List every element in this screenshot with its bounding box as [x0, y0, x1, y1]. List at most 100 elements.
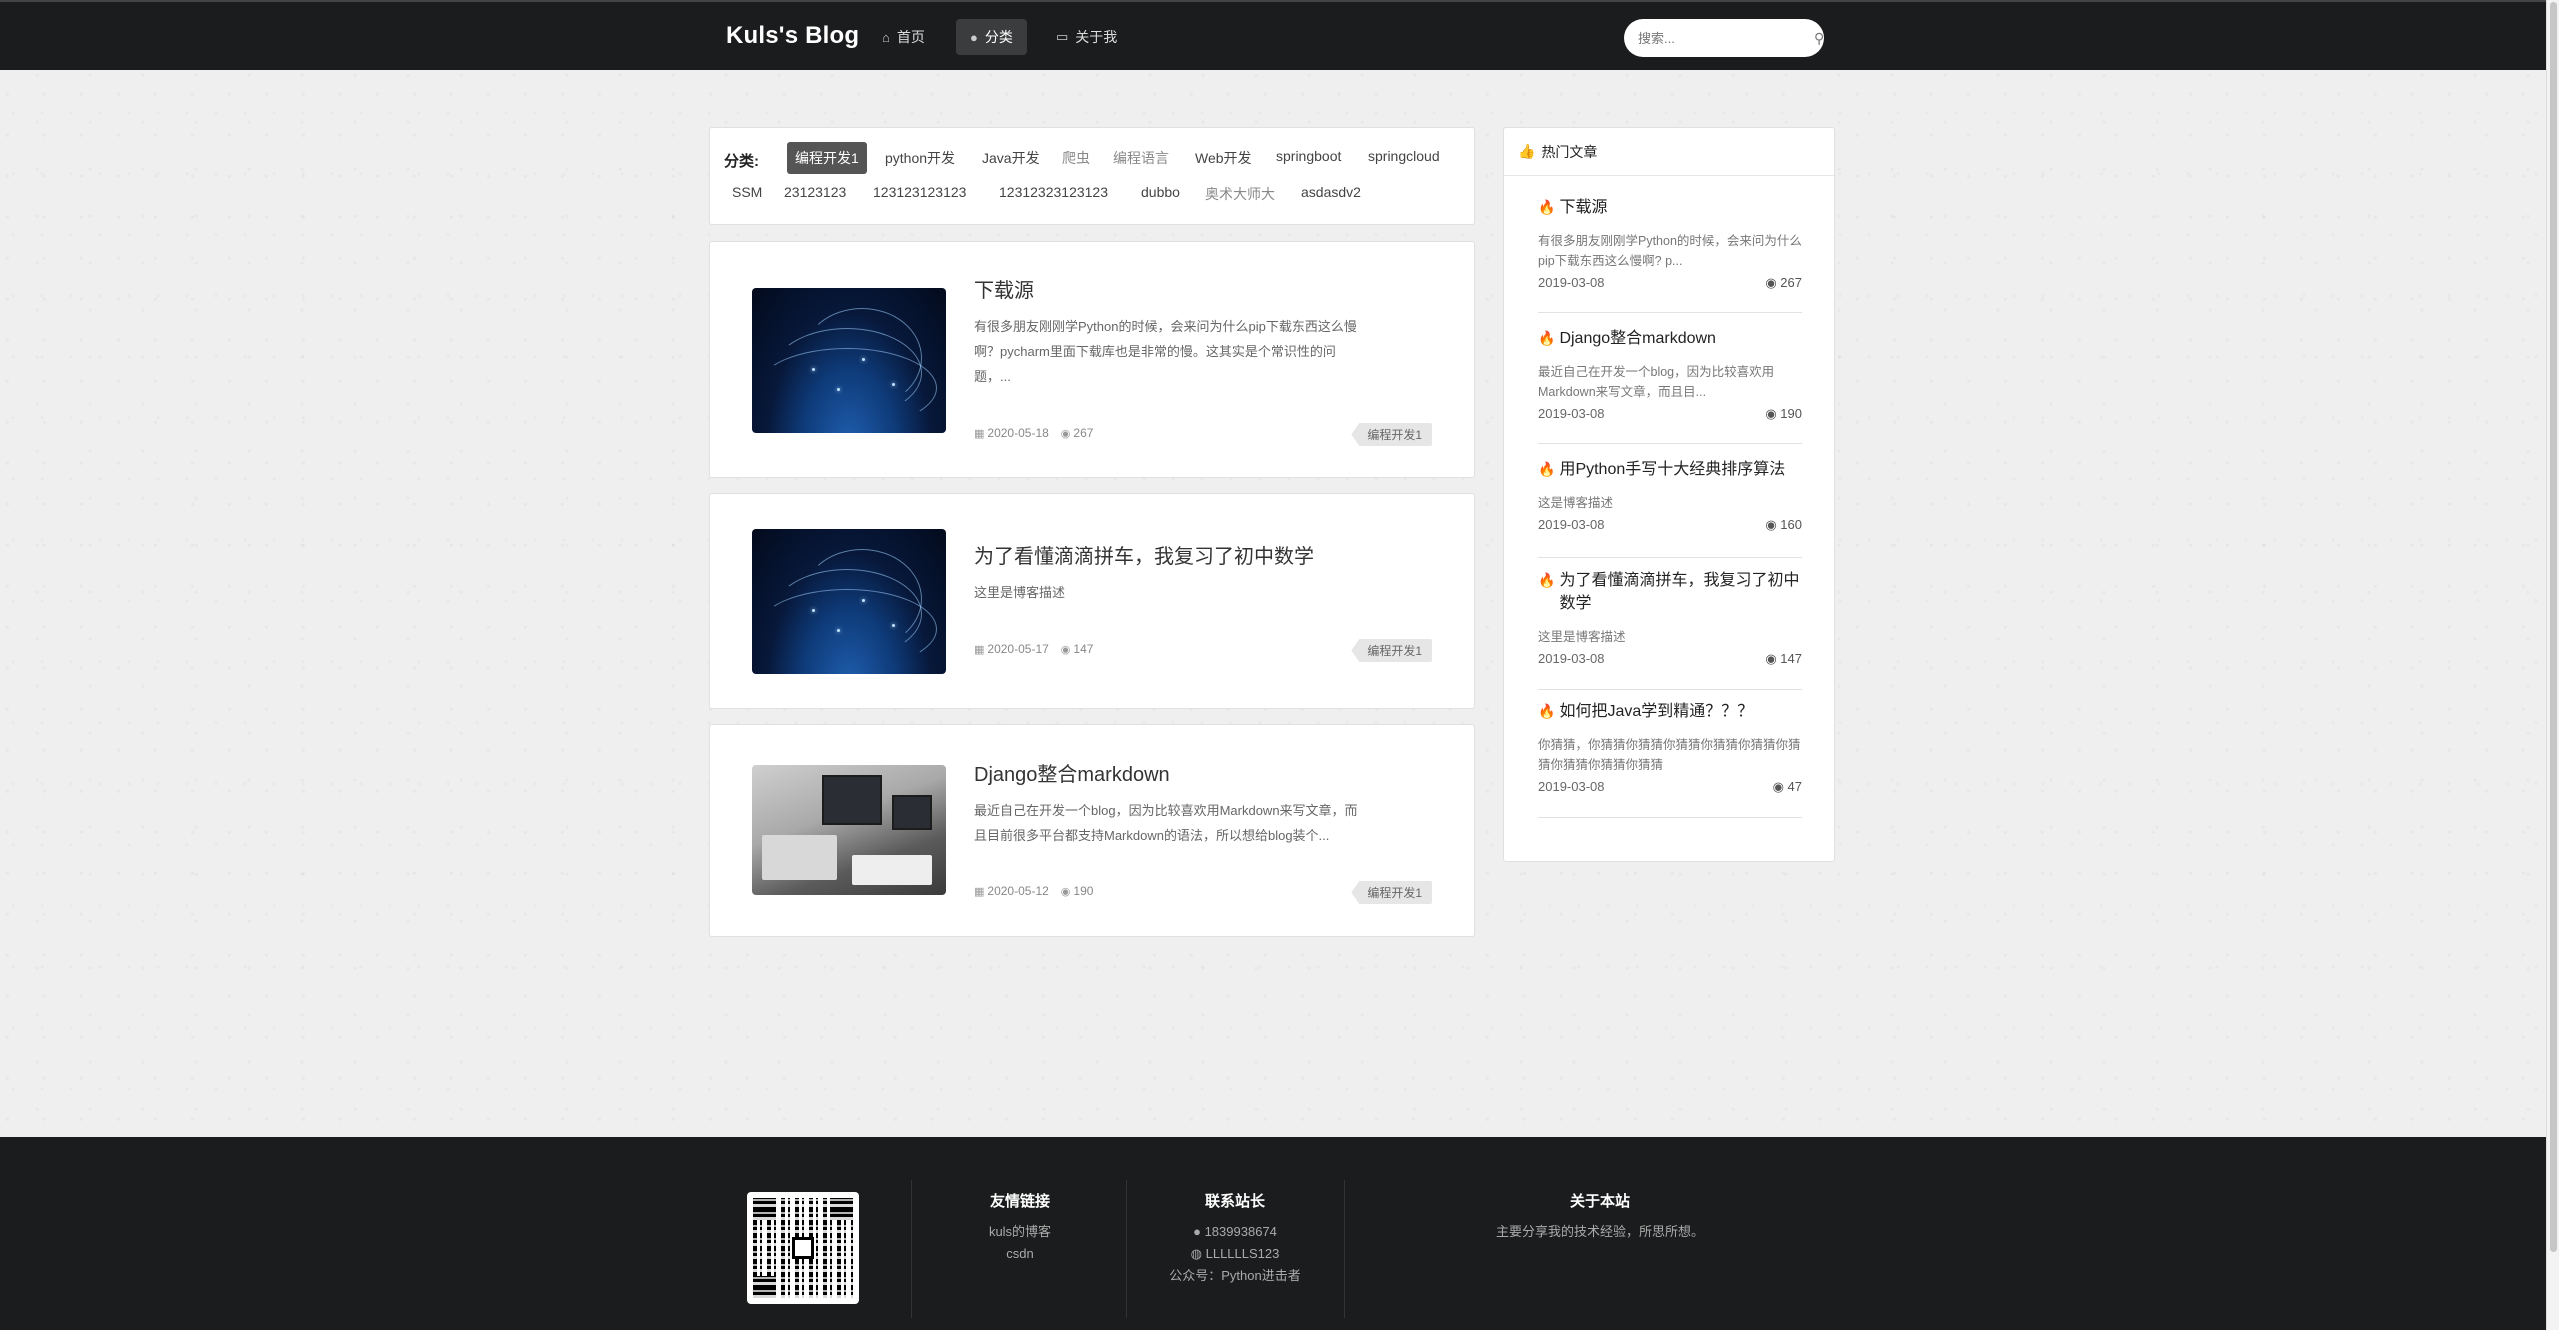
hot-article-views: ◉ 147 [1765, 651, 1802, 666]
category-tag[interactable]: Java开发 [974, 142, 1048, 174]
hot-articles-title: 热门文章 [1541, 143, 1598, 160]
calendar-icon: ▦ [974, 644, 985, 656]
category-tag[interactable]: Web开发 [1187, 142, 1260, 174]
category-tag[interactable]: 23123123 [776, 178, 854, 206]
site-logo[interactable]: Kuls's Blog [726, 22, 859, 50]
search-input[interactable] [1638, 30, 1814, 46]
hot-article-item[interactable]: 🔥 Django整合markdown 最近自己在开发一个blog，因为比较喜欢用M… [1538, 327, 1802, 444]
hot-article-title[interactable]: 下载源 [1559, 196, 1607, 219]
category-tag[interactable]: springboot [1268, 142, 1349, 170]
footer-contact: 联系站长 ● 1839938674 ◍ LLLLLLS123 公众号：Pytho… [1140, 1191, 1330, 1287]
eye-icon: ◉ [1772, 779, 1788, 794]
eye-icon: ◉ [1765, 406, 1781, 421]
hot-article-date: 2019-03-08 [1538, 517, 1605, 532]
category-tag[interactable]: 编程语言 [1105, 142, 1177, 174]
hot-article-item[interactable]: 🔥 下载源 有很多朋友刚刚学Python的时候，会来问为什么pip下载东西这么慢啊… [1538, 196, 1802, 313]
eye-icon: ◉ [1060, 886, 1071, 898]
fire-icon: 🔥 [1538, 572, 1556, 588]
nav-category-label: 分类 [984, 29, 1013, 45]
thumbs-up-icon: 👍 [1518, 143, 1536, 159]
qq-icon: ● [1193, 1224, 1201, 1239]
article-title[interactable]: 下载源 [974, 274, 1034, 303]
article-card[interactable]: 为了看懂滴滴拼车，我复习了初中数学 这里是博客描述 ▦ 2020-05-17 ◉ 1… [709, 493, 1475, 709]
footer-about-text: 主要分享我的技术经验，所思所想。 [1495, 1224, 1704, 1239]
article-title[interactable]: Django整合markdown [974, 758, 1170, 787]
article-card[interactable]: 下载源 有很多朋友刚刚学Python的时候，会来问为什么pip下载东西这么慢 啊… [709, 241, 1475, 478]
hot-article-views: ◉ 47 [1772, 779, 1802, 794]
category-tag[interactable]: dubbo [1133, 178, 1188, 206]
hot-article-date: 2019-03-08 [1538, 406, 1605, 421]
hot-article-date: 2019-03-08 [1538, 651, 1605, 666]
hot-article-title[interactable]: 如何把Java学到精通？？？ [1559, 700, 1753, 723]
fire-icon: 🔥 [1538, 461, 1556, 477]
nav-home[interactable]: ⌂ 首页 [868, 19, 939, 55]
lightbulb-icon: ● [970, 29, 978, 45]
article-meta: ▦ 2020-05-17 ◉ 147 [974, 642, 1093, 656]
article-date: ▦ 2020-05-18 [974, 426, 1049, 440]
nav-about-label: 关于我 [1075, 29, 1118, 45]
hot-articles-panel: 👍 热门文章 🔥 下载源 有很多朋友刚刚学Python的时候，会来问为什么pip下… [1503, 127, 1835, 862]
article-thumbnail[interactable] [752, 529, 946, 674]
hot-article-desc: 有很多朋友刚刚学Python的时候，会来问为什么pip下载东西这么慢啊? p..… [1538, 234, 1802, 268]
article-views: ◉ 190 [1060, 884, 1094, 898]
wechat-qr-code [747, 1192, 859, 1304]
home-icon: ⌂ [882, 29, 890, 45]
hot-article-desc: 这是博客描述 [1538, 496, 1614, 510]
article-card[interactable]: Django整合markdown 最近自己在开发一个blog，因为比较喜欢用Ma… [709, 724, 1475, 937]
fire-icon: 🔥 [1538, 703, 1556, 719]
article-description: 最近自己在开发一个blog，因为比较喜欢用Markdown来写文章，而 且目前很… [974, 798, 1436, 848]
desc-line: 有很多朋友刚刚学Python的时候，会来问为什么pip下载东西这么慢 [974, 319, 1357, 334]
category-tag[interactable]: SSM [724, 178, 770, 206]
site-footer: 友情链接 kuls的博客 csdn 联系站长 ● 1839938674 ◍ LL… [0, 1137, 2546, 1330]
nav-about[interactable]: ▭ 关于我 [1042, 19, 1131, 55]
calendar-icon: ▦ [974, 886, 985, 898]
hot-article-title[interactable]: 为了看懂滴滴拼车，我复习了初中数学 [1559, 569, 1802, 615]
category-tag[interactable]: asdasdv2 [1293, 178, 1369, 206]
hot-article-title[interactable]: 用Python手写十大经典排序算法 [1559, 458, 1785, 481]
category-tag[interactable]: 奥术大师大 [1197, 178, 1283, 210]
scrollbar-thumb[interactable] [2550, 2, 2557, 1252]
category-filter: 分类: 编程开发1 python开发 Java开发 爬虫 编程语言 Web开发 … [709, 127, 1475, 225]
article-title[interactable]: 为了看懂滴滴拼车，我复习了初中数学 [974, 540, 1314, 569]
top-navbar: Kuls's Blog ⌂ 首页 ● 分类 ▭ 关于我 ⚲ [0, 0, 2546, 70]
hot-article-item[interactable]: 🔥 为了看懂滴滴拼车，我复习了初中数学 这里是博客描述 2019-03-08 ◉ 1… [1538, 569, 1802, 690]
category-tag[interactable]: springcloud [1360, 142, 1448, 170]
hot-articles-header: 👍 热门文章 [1504, 128, 1834, 176]
footer-link[interactable]: kuls的博客 [940, 1221, 1100, 1243]
article-description: 这里是博客描述 [974, 580, 1436, 605]
eye-icon: ◉ [1060, 644, 1071, 656]
category-tag[interactable]: 123123123123 [865, 178, 974, 206]
search-icon[interactable]: ⚲ [1814, 30, 1824, 47]
eye-icon: ◉ [1765, 275, 1781, 290]
article-date: ▦ 2020-05-12 [974, 884, 1049, 898]
hot-article-date: 2019-03-08 [1538, 275, 1605, 290]
wechat-icon: ◍ [1190, 1246, 1202, 1261]
article-thumbnail[interactable] [752, 765, 946, 895]
desc-line: 且目前很多平台都支持Markdown的语法，所以想给blog装个... [974, 828, 1330, 843]
article-thumbnail[interactable] [752, 288, 946, 433]
page-scrollbar[interactable] [2546, 0, 2559, 1330]
article-tag[interactable]: 编程开发1 [1351, 423, 1432, 446]
article-views: ◉ 267 [1060, 426, 1094, 440]
fire-icon: 🔥 [1538, 199, 1556, 215]
hot-article-item[interactable]: 🔥 如何把Java学到精通？？？ 你猜猜，你猜猜你猜猜你猜猜你猜猜你猜猜你猜猜你猜… [1538, 700, 1802, 818]
hot-article-desc: 最近自己在开发一个blog，因为比较喜欢用Markdown来写文章，而且目... [1538, 365, 1775, 399]
hot-article-item[interactable]: 🔥 用Python手写十大经典排序算法 这是博客描述 2019-03-08 ◉ 16… [1538, 458, 1802, 558]
article-tag[interactable]: 编程开发1 [1351, 881, 1432, 904]
category-tag[interactable]: python开发 [877, 142, 963, 174]
hot-article-views: ◉ 267 [1765, 275, 1802, 290]
category-tag[interactable]: 编程开发1 [787, 142, 867, 174]
category-tag[interactable]: 12312323123123 [991, 178, 1116, 206]
article-meta: ▦ 2020-05-12 ◉ 190 [974, 884, 1093, 898]
article-description: 有很多朋友刚刚学Python的时候，会来问为什么pip下载东西这么慢 啊？pyc… [974, 314, 1436, 389]
article-tag[interactable]: 编程开发1 [1351, 639, 1432, 662]
id-card-icon: ▭ [1056, 29, 1069, 44]
hot-article-title[interactable]: Django整合markdown [1559, 327, 1716, 350]
nav-home-label: 首页 [896, 29, 925, 45]
category-tag[interactable]: 爬虫 [1054, 142, 1098, 174]
nav-category[interactable]: ● 分类 [956, 19, 1027, 55]
hot-article-desc: 这里是博客描述 [1538, 630, 1626, 644]
footer-public-account: 公众号：Python进击者 [1169, 1268, 1301, 1283]
search-box: ⚲ [1624, 19, 1824, 57]
footer-link[interactable]: csdn [940, 1243, 1100, 1265]
